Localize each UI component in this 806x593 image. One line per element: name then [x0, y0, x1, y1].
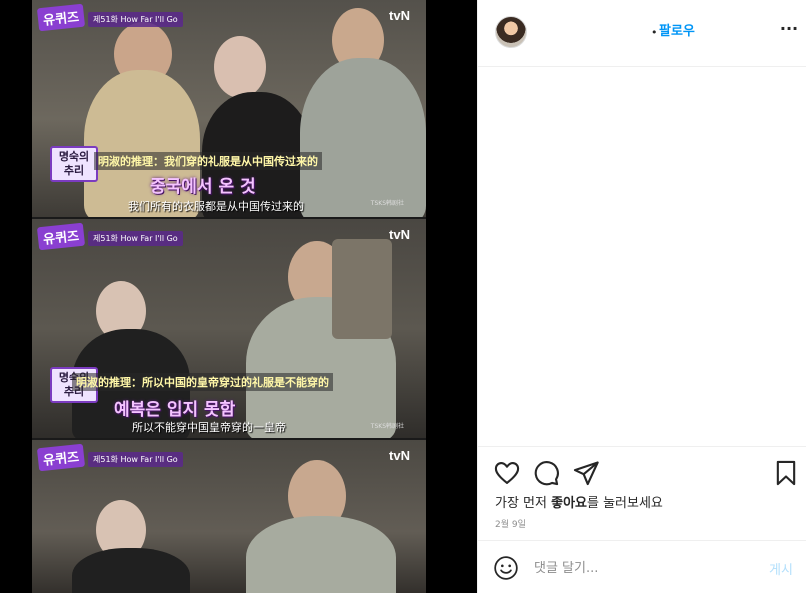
separator-dot: •	[651, 26, 658, 39]
emoji-icon[interactable]	[493, 555, 519, 581]
episode-tag: 제51화 How Far I'll Go	[88, 231, 183, 246]
watermark: TSKS韩剧社	[370, 423, 404, 430]
likes-prefix: 가장 먼저	[495, 496, 552, 511]
likes-suffix: 를 눌러보세요	[587, 496, 663, 511]
video-frame-2: 유퀴즈 제51화 How Far I'll Go tvN 명숙의 추리 明淑的推…	[32, 219, 426, 438]
likes-summary: 가장 먼저 좋아요를 눌러보세요	[495, 492, 663, 511]
chinese-subtitle: 我们所有的衣服都是从中国传过来的	[128, 200, 304, 213]
chinese-subtitle: 所以不能穿中国皇帝穿的一皇帝	[132, 421, 286, 434]
comment-input[interactable]	[534, 558, 754, 578]
video-frame-3: 유퀴즈 제51화 How Far I'll Go tvN	[32, 440, 426, 593]
show-logo: 유퀴즈	[36, 3, 85, 32]
video-frame-1: 유퀴즈 제51화 How Far I'll Go tvN 명숙의 추리 明淑的推…	[32, 0, 426, 217]
mystery-label: 명숙의 추리	[50, 146, 98, 182]
korean-caption: 중국에서 온 것	[150, 177, 256, 197]
more-icon[interactable]: ···	[779, 20, 799, 40]
post-comment-button[interactable]: 게시	[769, 559, 793, 578]
episode-tag: 제51화 How Far I'll Go	[88, 12, 183, 27]
chinese-title-caption: 明淑的推理：我们穿的礼服是从中国传过来的	[94, 152, 322, 170]
post-header: • 팔로우 ···	[478, 0, 806, 67]
post-image[interactable]: 유퀴즈 제51화 How Far I'll Go tvN 명숙의 추리 明淑的推…	[32, 0, 426, 593]
channel-logo: tvN	[389, 227, 410, 242]
post-actions: 가장 먼저 좋아요를 눌러보세요 2월 9일	[478, 446, 806, 540]
channel-logo: tvN	[389, 8, 410, 23]
watermark: TSKS韩剧社	[370, 200, 404, 207]
heart-icon[interactable]	[493, 459, 521, 487]
show-logo: 유퀴즈	[36, 443, 85, 472]
comment-bar: 게시	[478, 540, 806, 593]
post-sidebar: • 팔로우 ··· 가장 먼저 좋아요를 눌러보세요 2월 9일 게시	[477, 0, 806, 593]
likes-bold[interactable]: 좋아요	[551, 496, 587, 511]
post-date[interactable]: 2월 9일	[495, 517, 526, 530]
chinese-title-caption: 明淑的推理：所以中国的皇帝穿过的礼服是不能穿的	[72, 373, 333, 391]
show-logo: 유퀴즈	[36, 222, 85, 251]
korean-caption: 예복은 입지 못함	[114, 400, 236, 420]
bookmark-icon[interactable]	[772, 459, 800, 487]
avatar[interactable]	[495, 16, 527, 48]
channel-logo: tvN	[389, 448, 410, 463]
episode-tag: 제51화 How Far I'll Go	[88, 452, 183, 467]
post-media-area: 유퀴즈 제51화 How Far I'll Go tvN 명숙의 추리 明淑的推…	[0, 0, 477, 593]
comment-icon[interactable]	[532, 459, 560, 487]
share-icon[interactable]	[572, 459, 600, 487]
follow-button[interactable]: 팔로우	[659, 20, 695, 39]
